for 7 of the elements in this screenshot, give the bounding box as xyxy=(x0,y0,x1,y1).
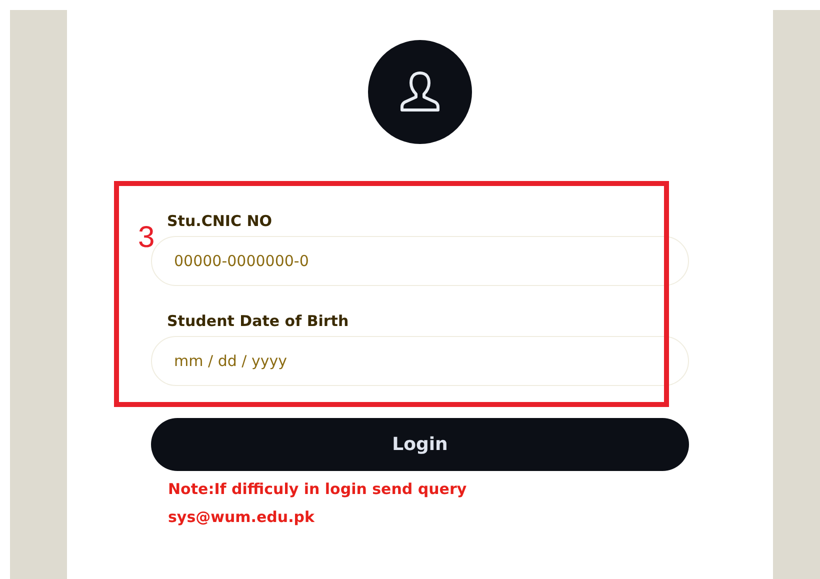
login-button[interactable]: Login xyxy=(151,418,689,471)
note-text: Note:If difficuly in login send query xyxy=(168,479,468,499)
note-text: sys@wum.edu.pk xyxy=(168,507,316,527)
user-icon xyxy=(400,70,440,114)
input-field[interactable]: mm / dd / yyyy xyxy=(151,336,689,386)
field-label: Student Date of Birth xyxy=(167,312,350,332)
field-label: Stu.CNIC NO xyxy=(167,212,274,232)
